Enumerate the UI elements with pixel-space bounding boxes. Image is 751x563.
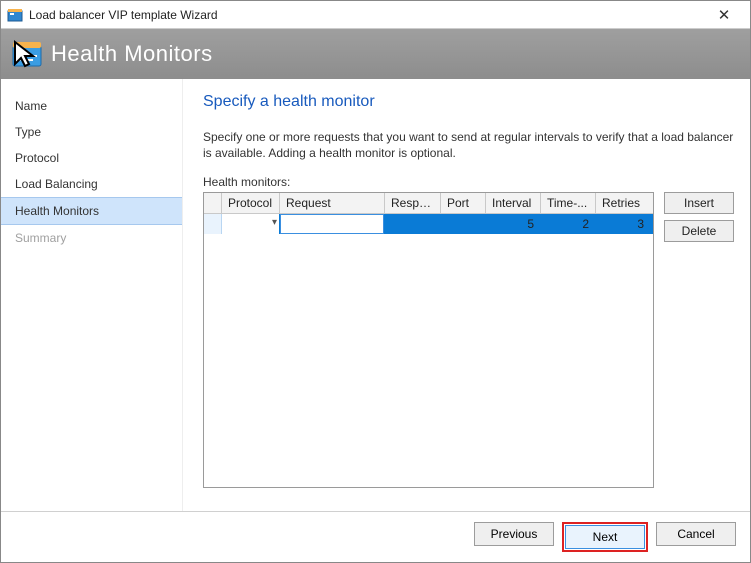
cell-interval[interactable]: 5 — [486, 214, 541, 234]
sidebar-item-summary: Summary — [1, 225, 182, 251]
insert-button[interactable]: Insert — [664, 192, 734, 214]
grid-header: Protocol Request Respo... Port Interval … — [204, 193, 653, 214]
cell-response[interactable] — [385, 214, 441, 234]
grid-label: Health monitors: — [203, 175, 734, 189]
wizard-body: Name Type Protocol Load Balancing Health… — [1, 79, 750, 511]
cursor-icon — [11, 38, 43, 70]
row-selector[interactable] — [204, 214, 222, 234]
wizard-banner: Health Monitors — [1, 29, 750, 79]
next-button-highlight: Next — [562, 522, 648, 552]
next-button[interactable]: Next — [565, 525, 645, 549]
col-retries[interactable]: Retries — [596, 193, 651, 213]
col-request[interactable]: Request — [280, 193, 385, 213]
cell-retries[interactable]: 3 — [596, 214, 651, 234]
col-response[interactable]: Respo... — [385, 193, 441, 213]
previous-button[interactable]: Previous — [474, 522, 554, 546]
grid-wrap: Protocol Request Respo... Port Interval … — [203, 192, 734, 511]
sidebar-item-load-balancing[interactable]: Load Balancing — [1, 171, 182, 197]
cell-protocol[interactable]: ▾ — [222, 214, 280, 234]
sidebar-item-health-monitors[interactable]: Health Monitors — [1, 197, 182, 225]
delete-button[interactable]: Delete — [664, 220, 734, 242]
col-timeout[interactable]: Time-... — [541, 193, 596, 213]
wizard-sidebar: Name Type Protocol Load Balancing Health… — [1, 79, 183, 511]
app-icon — [7, 7, 23, 23]
col-protocol[interactable]: Protocol — [222, 193, 280, 213]
close-button[interactable]: ✕ — [704, 6, 744, 24]
page-description: Specify one or more requests that you wa… — [203, 129, 734, 161]
cell-request[interactable] — [280, 214, 385, 234]
sidebar-item-name[interactable]: Name — [1, 93, 182, 119]
main-pane: Specify a health monitor Specify one or … — [183, 79, 750, 511]
title-bar: Load balancer VIP template Wizard ✕ — [1, 1, 750, 29]
banner-title: Health Monitors — [51, 41, 213, 67]
sidebar-item-type[interactable]: Type — [1, 119, 182, 145]
grid-row[interactable]: ▾ 5 2 3 — [204, 214, 653, 234]
col-port[interactable]: Port — [441, 193, 486, 213]
window-title: Load balancer VIP template Wizard — [29, 8, 704, 22]
banner-icon — [11, 38, 43, 70]
health-monitors-grid[interactable]: Protocol Request Respo... Port Interval … — [203, 192, 654, 488]
cell-timeout[interactable]: 2 — [541, 214, 596, 234]
grid-side-buttons: Insert Delete — [664, 192, 734, 242]
row-header-spacer — [204, 193, 222, 213]
wizard-footer: Previous Next Cancel — [1, 511, 750, 562]
chevron-down-icon[interactable]: ▾ — [272, 217, 277, 228]
cancel-button[interactable]: Cancel — [656, 522, 736, 546]
cell-port[interactable] — [441, 214, 486, 234]
sidebar-item-protocol[interactable]: Protocol — [1, 145, 182, 171]
col-interval[interactable]: Interval — [486, 193, 541, 213]
wizard-window: Load balancer VIP template Wizard ✕ Heal… — [0, 0, 751, 563]
page-heading: Specify a health monitor — [203, 93, 734, 111]
